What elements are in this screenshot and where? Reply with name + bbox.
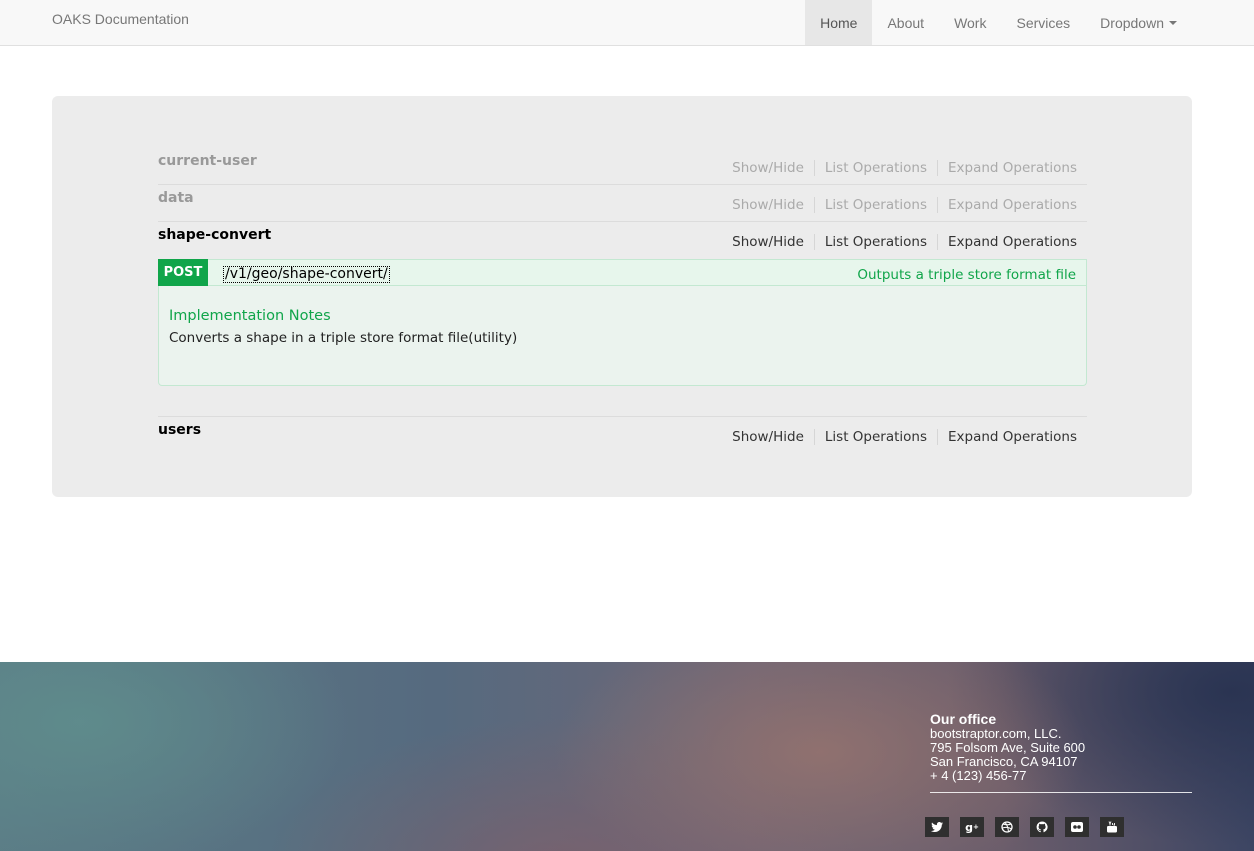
expand-operations-link[interactable]: Expand Operations: [937, 197, 1087, 213]
list-operations-link[interactable]: List Operations: [813, 429, 937, 445]
resource-ops: Show/Hide List Operations Expand Operati…: [722, 160, 1087, 176]
implementation-notes-text: Converts a shape in a triple store forma…: [169, 330, 518, 346]
resource-data: data Show/Hide List Operations Expand Op…: [158, 185, 1087, 222]
resource-name[interactable]: current-user: [158, 153, 257, 169]
implementation-notes-heading: Implementation Notes: [169, 308, 331, 324]
resource-users: users Show/Hide List Operations Expand O…: [158, 416, 1087, 453]
resource-list: current-user Show/Hide List Operations E…: [158, 148, 1087, 453]
office-city: San Francisco, CA 94107: [930, 754, 1078, 769]
twitter-icon[interactable]: [925, 817, 949, 837]
social-links: g +: [925, 817, 1135, 837]
caret-down-icon: [1169, 20, 1177, 25]
office-phone: + 4 (123) 456-77: [930, 768, 1027, 783]
list-operations-link[interactable]: List Operations: [813, 234, 937, 250]
list-operations-link[interactable]: List Operations: [813, 197, 937, 213]
api-panel: current-user Show/Hide List Operations E…: [52, 96, 1192, 497]
resource-ops: Show/Hide List Operations Expand Operati…: [722, 234, 1087, 250]
nav-item-dropdown[interactable]: Dropdown: [1085, 0, 1192, 45]
endpoint-content: Implementation Notes Converts a shape in…: [158, 286, 1087, 386]
nav-item-services[interactable]: Services: [1001, 0, 1085, 45]
google-plus-icon[interactable]: g +: [960, 817, 984, 837]
resource-name[interactable]: users: [158, 422, 201, 438]
endpoint-summary[interactable]: Outputs a triple store format file: [857, 267, 1076, 283]
resource-ops: Show/Hide List Operations Expand Operati…: [722, 429, 1087, 445]
nav-menu: Home About Work Services Dropdown: [805, 0, 1192, 45]
show-hide-link[interactable]: Show/Hide: [722, 197, 814, 213]
nav-item-work[interactable]: Work: [939, 0, 1001, 45]
nav-item-about[interactable]: About: [872, 0, 939, 45]
nav-item-home[interactable]: Home: [805, 0, 873, 45]
endpoint-heading[interactable]: POST /v1/geo/shape-convert/ Outputs a tr…: [158, 259, 1087, 286]
resource-name[interactable]: data: [158, 190, 194, 206]
endpoint-path-link[interactable]: /v1/geo/shape-convert/: [223, 266, 390, 283]
flickr-icon[interactable]: [1065, 817, 1089, 837]
resource-shape-convert: shape-convert Show/Hide List Operations …: [158, 222, 1087, 259]
office-address: 795 Folsom Ave, Suite 600: [930, 740, 1086, 755]
github-icon[interactable]: [1030, 817, 1054, 837]
show-hide-link[interactable]: Show/Hide: [722, 429, 814, 445]
dropdown-label: Dropdown: [1100, 14, 1164, 31]
divider: [930, 792, 1192, 793]
expand-operations-link[interactable]: Expand Operations: [937, 429, 1087, 445]
office-info: Our office bootstraptor.com, LLC. 795 Fo…: [930, 711, 1192, 793]
http-method-badge[interactable]: POST: [158, 259, 208, 286]
list-operations-link[interactable]: List Operations: [813, 160, 937, 176]
office-title: Our office: [930, 711, 997, 727]
show-hide-link[interactable]: Show/Hide: [722, 160, 814, 176]
endpoint-post-shape-convert: POST /v1/geo/shape-convert/ Outputs a tr…: [158, 259, 1087, 386]
youtube-icon[interactable]: [1100, 817, 1124, 837]
navbar: OAKS Documentation Home About Work Servi…: [0, 0, 1254, 46]
resource-current-user: current-user Show/Hide List Operations E…: [158, 148, 1087, 185]
brand-link[interactable]: OAKS Documentation: [52, 11, 189, 27]
expand-operations-link[interactable]: Expand Operations: [937, 234, 1087, 250]
resource-name[interactable]: shape-convert: [158, 227, 271, 243]
footer: Our office bootstraptor.com, LLC. 795 Fo…: [0, 662, 1254, 851]
resource-ops: Show/Hide List Operations Expand Operati…: [722, 197, 1087, 213]
show-hide-link[interactable]: Show/Hide: [722, 234, 814, 250]
expand-operations-link[interactable]: Expand Operations: [937, 160, 1087, 176]
office-company: bootstraptor.com, LLC.: [930, 726, 1062, 741]
dribbble-icon[interactable]: [995, 817, 1019, 837]
